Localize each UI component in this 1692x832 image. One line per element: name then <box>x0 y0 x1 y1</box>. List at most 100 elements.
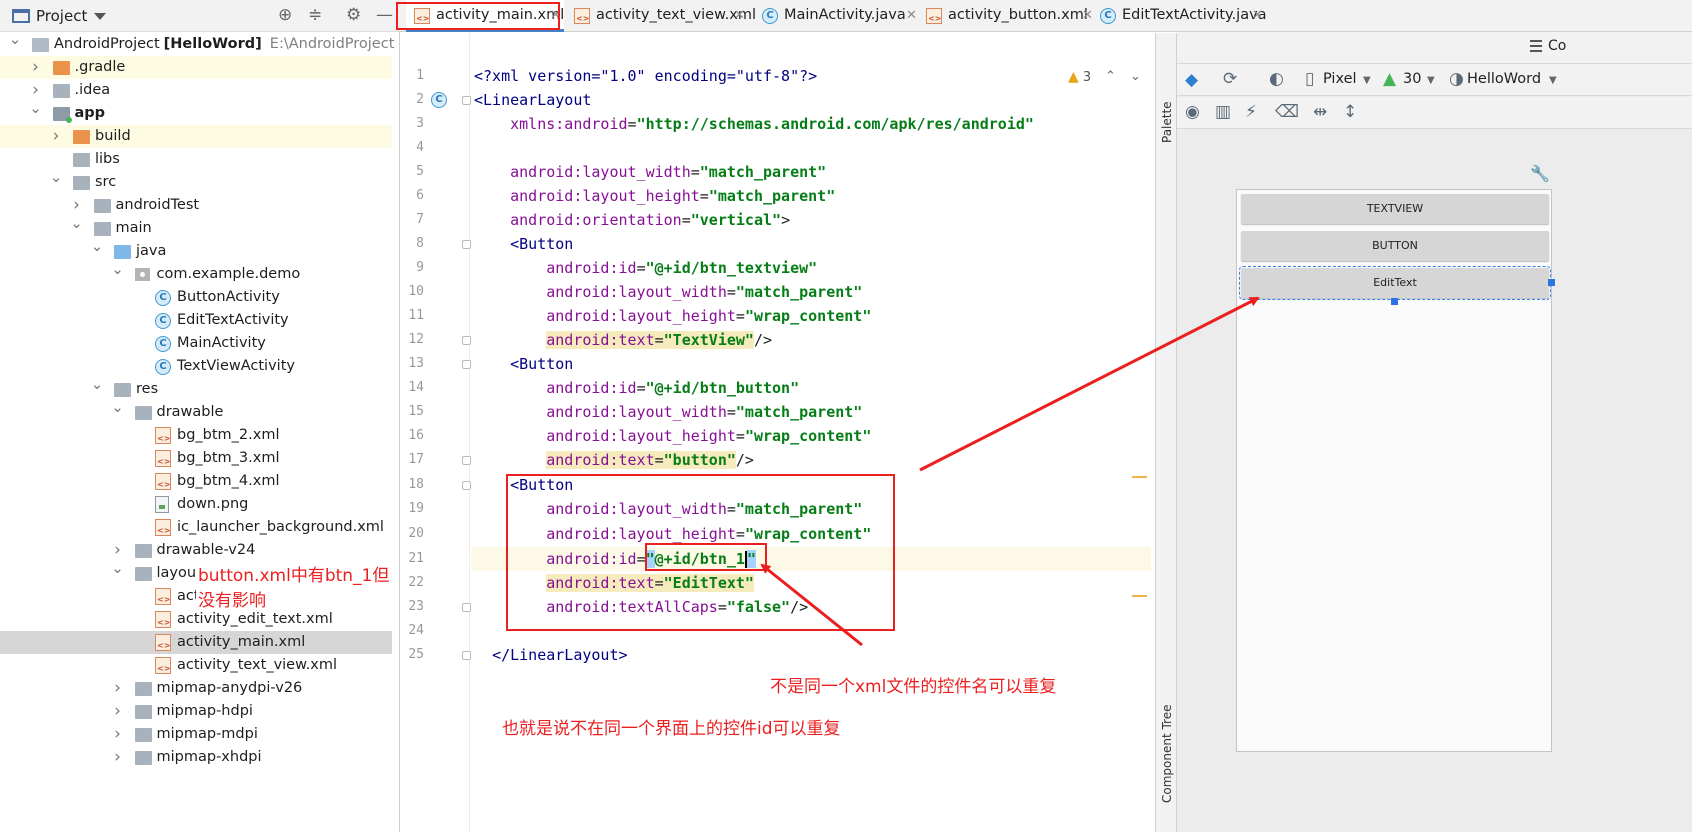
chevron-down-icon[interactable]: ⌄ <box>70 212 84 235</box>
tree-item[interactable]: ⌄ src <box>0 168 392 194</box>
chevron-down-icon[interactable]: ⌄ <box>111 557 125 580</box>
tree-item[interactable]: down.png <box>0 493 392 516</box>
wrench-icon[interactable]: 🔧 <box>1530 164 1550 183</box>
preview-button-textview[interactable]: TEXTVIEW <box>1241 194 1549 224</box>
tree-item[interactable]: ⌄ app <box>0 99 392 125</box>
expand-horizontal-icon[interactable]: ⇹ <box>1313 102 1327 122</box>
tree-item[interactable]: › .gradle <box>0 56 392 79</box>
chevron-right-icon[interactable]: › <box>49 125 63 148</box>
code-editor[interactable]: 1 2 3 4 5 6 7 8 9 10 11 12 13 14 15 16 17 18 19 20 21 22 23 24 2… <box>400 33 1155 832</box>
preview-button-edittext[interactable]: EditText <box>1239 266 1551 300</box>
tree-item[interactable]: ⌄ res <box>0 375 392 401</box>
component-tree-tab[interactable]: Component Tree <box>1160 705 1174 803</box>
tab-activity-text-view-xml[interactable]: activity_text_view.xml ✕ <box>574 0 756 32</box>
warning-stripe[interactable] <box>1132 595 1147 597</box>
class-reference-gutter-icon[interactable]: C <box>431 92 447 108</box>
preview-button-button[interactable]: BUTTON <box>1241 231 1549 261</box>
api-level-selector[interactable]: 30 <box>1403 71 1421 87</box>
device-icon[interactable]: ▯ <box>1305 69 1314 89</box>
tree-item[interactable]: › drawable-v24 <box>0 539 392 562</box>
chevron-right-icon[interactable]: › <box>111 746 125 769</box>
chevron-down-icon[interactable]: ▼ <box>1549 75 1557 86</box>
theme-selector[interactable]: HelloWord <box>1467 71 1541 87</box>
tree-item[interactable]: ⌄ java <box>0 237 392 263</box>
disable-autoconnect-icon[interactable]: ⚡ <box>1245 102 1257 122</box>
fold-marker[interactable] <box>462 651 471 660</box>
project-view-selector[interactable]: Project <box>36 7 87 25</box>
tree-item[interactable]: activity_edit_text.xml <box>0 608 392 631</box>
layers-icon[interactable]: ◆ <box>1185 70 1198 90</box>
chevron-down-icon[interactable]: ⌄ <box>111 396 125 419</box>
tree-item[interactable]: › mipmap-xhdpi <box>0 746 392 769</box>
annotation-button-xml: button.xml中有btn_1但没有影响 <box>196 561 399 611</box>
tree-item[interactable]: › androidTest <box>0 194 392 217</box>
tree-item[interactable]: ⌄ AndroidProject [HelloWord] E:\AndroidProj… <box>0 30 394 56</box>
chevron-right-icon[interactable]: › <box>111 700 125 723</box>
tree-item[interactable]: C EditTextActivity <box>0 309 392 332</box>
resize-handle[interactable] <box>1548 279 1555 286</box>
tree-item[interactable]: bg_btm_2.xml <box>0 424 392 447</box>
fold-marker[interactable] <box>462 456 471 465</box>
gear-icon[interactable]: ⚙ <box>346 5 361 25</box>
tree-item[interactable]: C ButtonActivity <box>0 286 392 309</box>
warning-stripe[interactable] <box>1132 476 1147 478</box>
chevron-down-icon[interactable]: ⌄ <box>49 166 63 189</box>
close-icon[interactable]: ✕ <box>906 0 917 31</box>
orientation-icon[interactable]: ⟳ <box>1223 69 1237 89</box>
tree-item[interactable]: ⌄ com.example.demo <box>0 260 392 286</box>
chevron-down-icon[interactable]: ▼ <box>1427 75 1435 86</box>
fold-marker[interactable] <box>462 240 471 249</box>
crosshair-icon[interactable]: ⊕ <box>278 5 292 25</box>
tree-item[interactable]: › .idea <box>0 79 392 102</box>
tree-item[interactable]: ⌄ main <box>0 214 392 240</box>
fold-marker[interactable] <box>462 336 471 345</box>
palette-tab[interactable]: Palette <box>1160 101 1174 143</box>
chevron-down-icon[interactable]: ⌄ <box>29 97 43 120</box>
next-highlight-icon[interactable]: ⌄ <box>1130 69 1141 84</box>
chevron-down-icon[interactable]: ⌄ <box>8 28 22 51</box>
tab-activity-button-xml[interactable]: activity_button.xml ✕ <box>926 0 1098 32</box>
fold-marker[interactable] <box>462 360 471 369</box>
fold-marker[interactable] <box>462 603 471 612</box>
tree-item[interactable]: › build <box>0 125 392 148</box>
chevron-right-icon[interactable]: › <box>29 56 43 79</box>
clear-constraints-icon[interactable]: ⌫ <box>1275 102 1299 122</box>
collapse-all-icon[interactable]: ≑ <box>308 5 322 25</box>
chevron-right-icon[interactable]: › <box>111 677 125 700</box>
tree-item[interactable]: ic_launcher_background.xml <box>0 516 392 539</box>
night-mode-icon[interactable]: ◐ <box>1269 69 1284 89</box>
close-icon[interactable]: ✕ <box>1252 0 1263 31</box>
tree-item[interactable]: C MainActivity <box>0 332 392 355</box>
close-icon[interactable]: ✕ <box>734 0 745 31</box>
fold-marker[interactable] <box>462 96 471 105</box>
chevron-down-icon[interactable] <box>94 13 106 20</box>
tree-item[interactable]: activity_text_view.xml <box>0 654 392 677</box>
tab-mainactivity-java[interactable]: C MainActivity.java ✕ <box>762 0 922 32</box>
fold-marker[interactable] <box>462 481 471 490</box>
columns-icon[interactable]: ▥ <box>1215 102 1231 122</box>
tree-item[interactable]: › mipmap-hdpi <box>0 700 392 723</box>
tree-item[interactable]: ⌄ drawable <box>0 398 392 424</box>
tree-item[interactable]: bg_btm_3.xml <box>0 447 392 470</box>
minimize-icon[interactable]: — <box>376 5 393 25</box>
tree-item[interactable]: › mipmap-mdpi <box>0 723 392 746</box>
chevron-down-icon[interactable]: ▼ <box>1363 75 1371 86</box>
tree-item[interactable]: › mipmap-anydpi-v26 <box>0 677 392 700</box>
eye-icon[interactable]: ◉ <box>1185 102 1200 122</box>
chevron-down-icon[interactable]: ⌄ <box>111 258 125 281</box>
tree-item[interactable]: bg_btm_4.xml <box>0 470 392 493</box>
resize-handle[interactable] <box>1391 298 1398 305</box>
tab-edittextactivity-java[interactable]: C EditTextActivity.java ✕ <box>1100 0 1272 32</box>
chevron-down-icon[interactable]: ⌄ <box>90 235 104 258</box>
chevron-right-icon[interactable]: › <box>111 723 125 746</box>
previous-highlight-icon[interactable]: ⌃ <box>1105 69 1116 84</box>
code-view-icon[interactable] <box>1530 40 1542 52</box>
code-view-toggle[interactable]: Co <box>1548 38 1566 54</box>
device-selector[interactable]: Pixel <box>1323 71 1357 87</box>
chevron-down-icon[interactable]: ⌄ <box>90 373 104 396</box>
close-icon[interactable]: ✕ <box>1082 0 1093 31</box>
expand-vertical-icon[interactable]: ↕ <box>1343 102 1357 122</box>
tree-item[interactable]: activity_main.xml <box>0 631 392 654</box>
tree-item[interactable]: C TextViewActivity <box>0 355 392 378</box>
warnings-indicator[interactable]: ▲ 3 <box>1068 69 1091 85</box>
